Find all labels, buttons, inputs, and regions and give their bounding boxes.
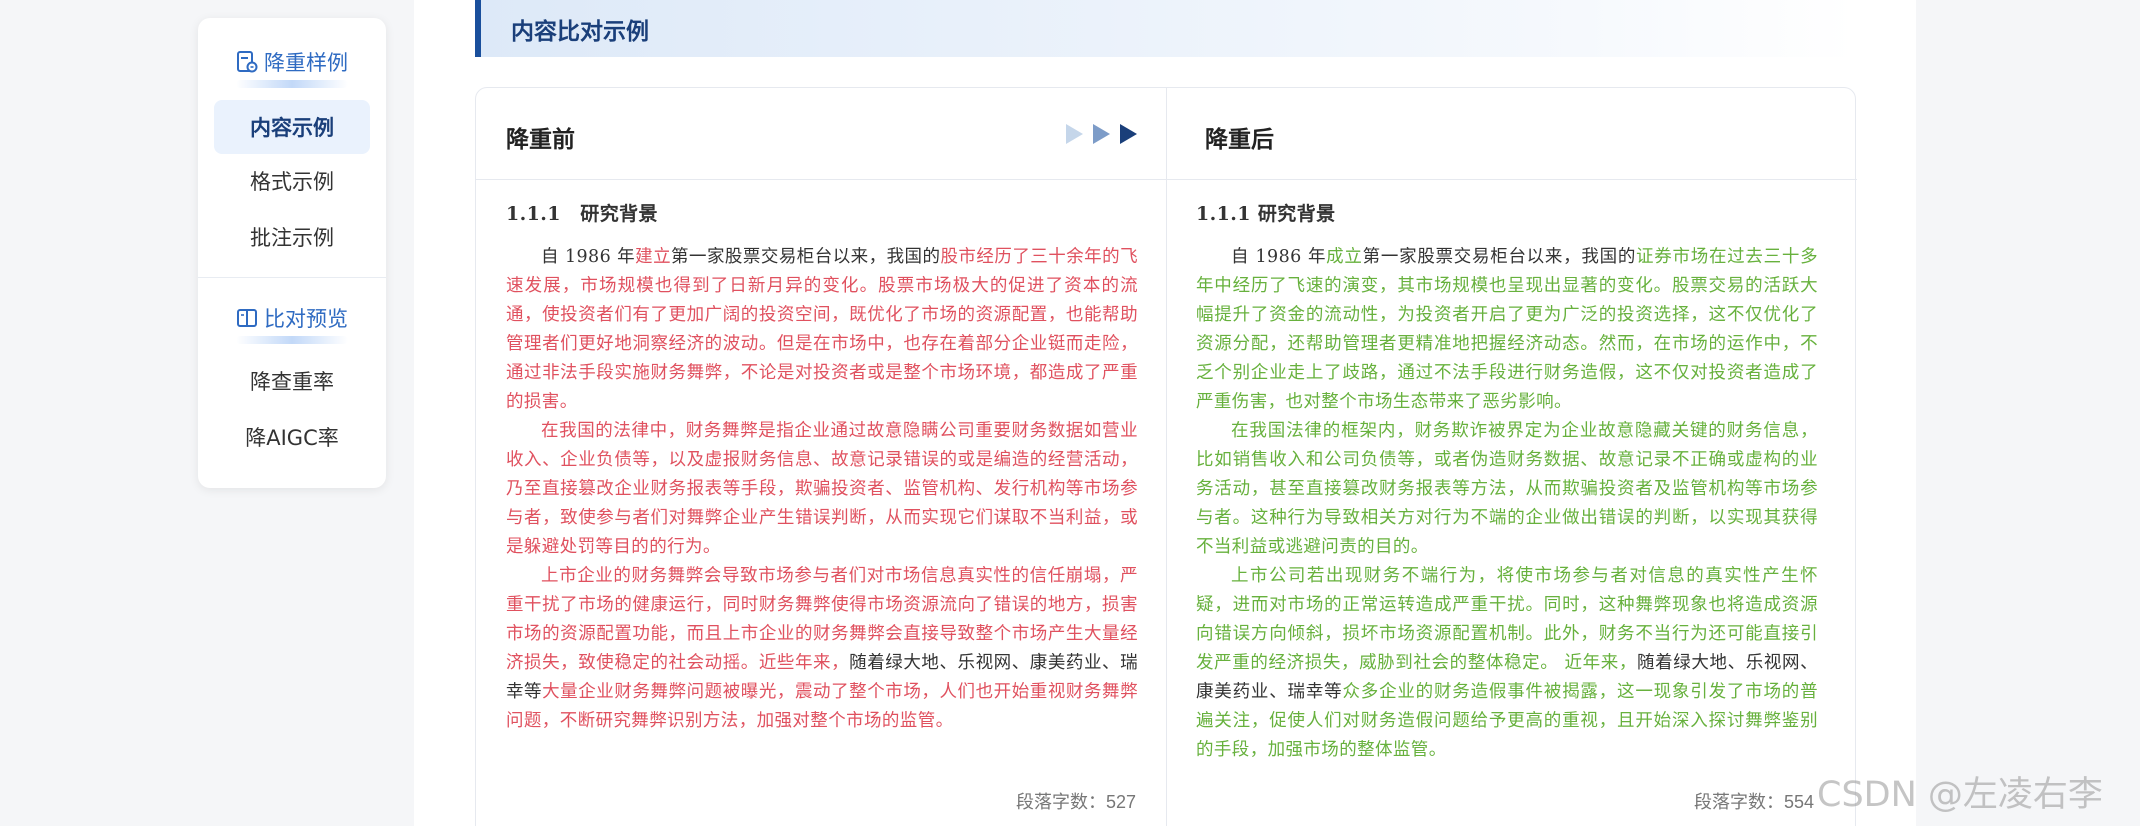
after-paragraph-2: 在我国法律的框架内，财务欺诈被界定为企业故意隐藏关键的财务信息，比如销售收入和公…: [1196, 421, 1818, 557]
group-underline: [236, 336, 348, 344]
after-word-count: 段落字数：554: [1694, 792, 1815, 812]
arrow-right-icon: [1066, 124, 1083, 144]
section-banner: 内容比对示例: [475, 0, 1856, 57]
before-paragraph-2: 在我国的法律中，财务舞弊是指企业通过故意隐瞒公司重要财务数据如营业收入、企业负债…: [506, 421, 1138, 557]
book-compare-icon: [236, 306, 258, 330]
sidebar-item-reduce-duplication[interactable]: 降查重率: [214, 354, 370, 408]
changed-text: 证券市场在过去三十多年中经历了飞速的演变，其市场规模也呈现出显著的变化。股票交易…: [1196, 247, 1818, 412]
sidebar-group-label: 比对预览: [264, 307, 348, 331]
after-paragraph-3: 上市公司若出现财务不端行为，将使市场参与者对信息的真实性产生怀疑，进而对市场的正…: [1196, 562, 1818, 765]
sidebar-divider: [198, 277, 386, 278]
sidebar: 降重样例 内容示例 格式示例 批注示例 比对预览 降查重率 降AIGC率: [198, 18, 386, 488]
before-paragraph-3: 上市企业的财务舞弊会导致市场参与者们对市场信息真实性的信任崩塌，严重干扰了市场的…: [506, 562, 1138, 736]
arrow-icons: [1066, 124, 1143, 144]
sidebar-item-annotation-example[interactable]: 批注示例: [214, 210, 370, 264]
arrow-right-icon: [1120, 124, 1137, 144]
header-divider: [476, 179, 1857, 180]
changed-text: 股市经历了三十余年的飞速发展，市场规模也得到了日新月异的变化。股票市场极大的促进…: [506, 247, 1138, 412]
document-edit-icon: [236, 50, 258, 74]
after-paragraph-1: 自 1986 年成立第一家股票交易柜台以来，我国的证券市场在过去三十多年中经历了…: [1196, 243, 1818, 417]
text-run: 第一家股票交易柜台以来，我国的: [1362, 247, 1637, 267]
after-title: 降重后: [1205, 127, 1274, 153]
changed-text: 成立: [1326, 247, 1363, 267]
text-run: 自 1986 年: [1231, 247, 1327, 267]
before-heading: 1.1.1 研究背景: [506, 203, 658, 225]
changed-text: 建立: [635, 247, 672, 267]
changed-text: 大量企业财务舞弊问题被曝光，震动了整个市场，人们也开始重视财务舞弊问题，不断研究…: [506, 682, 1138, 731]
sidebar-group-label: 降重样例: [264, 51, 348, 75]
before-word-count: 段落字数：527: [1016, 792, 1137, 812]
text-run: 第一家股票交易柜台以来，我国的: [671, 247, 941, 267]
arrow-right-icon: [1093, 124, 1110, 144]
sidebar-item-content-example[interactable]: 内容示例: [214, 100, 370, 154]
after-document: 1.1.1 研究背景 自 1986 年成立第一家股票交易柜台以来，我国的证券市场…: [1196, 200, 1818, 765]
before-title: 降重前: [506, 127, 575, 153]
compare-card: 降重前 降重后 1.1.1 研究背景 自 1986 年建立第一家股票交易柜台以来…: [475, 87, 1857, 826]
watermark: CSDN @左凌右李: [1817, 775, 2103, 815]
sidebar-item-reduce-aigc[interactable]: 降AIGC率: [214, 410, 370, 464]
group-underline: [236, 80, 348, 88]
sidebar-item-format-example[interactable]: 格式示例: [214, 154, 370, 208]
page-title: 内容比对示例: [511, 19, 649, 45]
before-document: 1.1.1 研究背景 自 1986 年建立第一家股票交易柜台以来，我国的股市经历…: [506, 200, 1138, 736]
text-run: 自 1986 年: [541, 247, 636, 267]
before-paragraph-1: 自 1986 年建立第一家股票交易柜台以来，我国的股市经历了三十余年的飞速发展，…: [506, 243, 1138, 417]
column-divider: [1166, 88, 1167, 826]
sidebar-group-samples[interactable]: 降重样例: [198, 42, 386, 82]
after-heading: 1.1.1 研究背景: [1196, 203, 1336, 225]
sidebar-group-compare[interactable]: 比对预览: [198, 298, 386, 338]
